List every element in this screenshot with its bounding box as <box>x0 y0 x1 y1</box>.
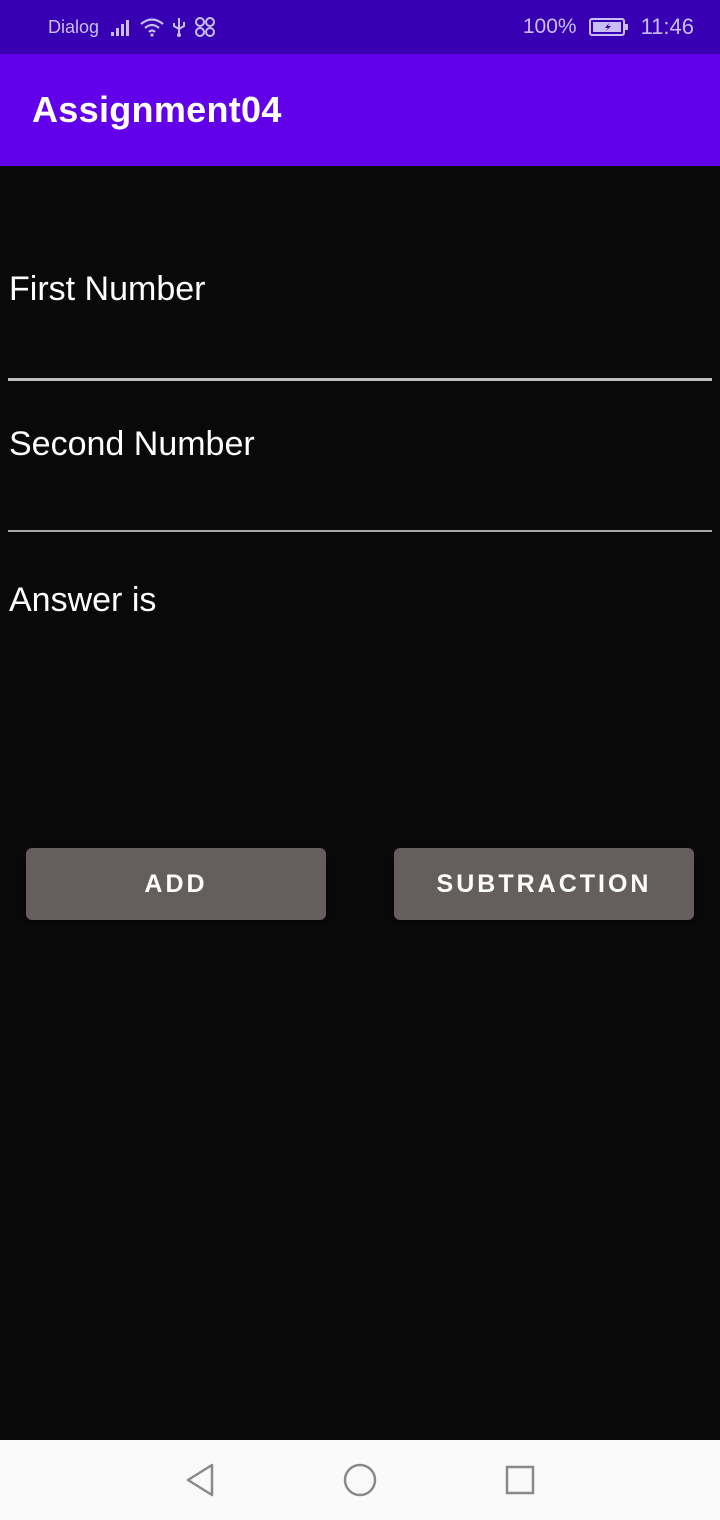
home-button[interactable] <box>340 1460 380 1500</box>
status-right: 100% 11:46 <box>523 14 694 40</box>
carrier-label: Dialog <box>48 16 100 37</box>
second-number-hint: Second Number <box>9 425 255 463</box>
home-icon <box>343 1463 377 1497</box>
recents-icon <box>505 1465 535 1495</box>
add-button[interactable]: ADD <box>26 848 326 920</box>
back-button[interactable] <box>180 1460 220 1500</box>
battery-icon <box>588 18 628 36</box>
wifi-icon <box>140 18 164 37</box>
app-title: Assignment04 <box>32 89 282 130</box>
first-number-hint: First Number <box>9 270 206 308</box>
signal-icon <box>111 20 130 36</box>
back-icon <box>186 1463 214 1497</box>
clock: 11:46 <box>640 14 694 39</box>
subtraction-button[interactable]: SUBTRACTION <box>394 848 694 920</box>
battery-percent: 100% <box>522 15 577 38</box>
first-number-underline <box>8 378 712 381</box>
app-bar: Assignment04 <box>0 54 720 166</box>
recents-button[interactable] <box>500 1460 540 1500</box>
status-left: Dialog <box>48 16 217 38</box>
second-number-underline <box>8 530 712 532</box>
screen: Dialog 100% 11:46 Assignment04 First Num… <box>0 0 720 1520</box>
usb-icon <box>173 18 186 37</box>
status-icons <box>111 16 217 38</box>
status-bar: Dialog 100% 11:46 <box>0 0 720 54</box>
navigation-bar <box>0 1440 720 1520</box>
answer-label: Answer is <box>9 581 157 619</box>
second-number-input[interactable] <box>8 405 712 531</box>
ar-icon <box>195 17 216 37</box>
